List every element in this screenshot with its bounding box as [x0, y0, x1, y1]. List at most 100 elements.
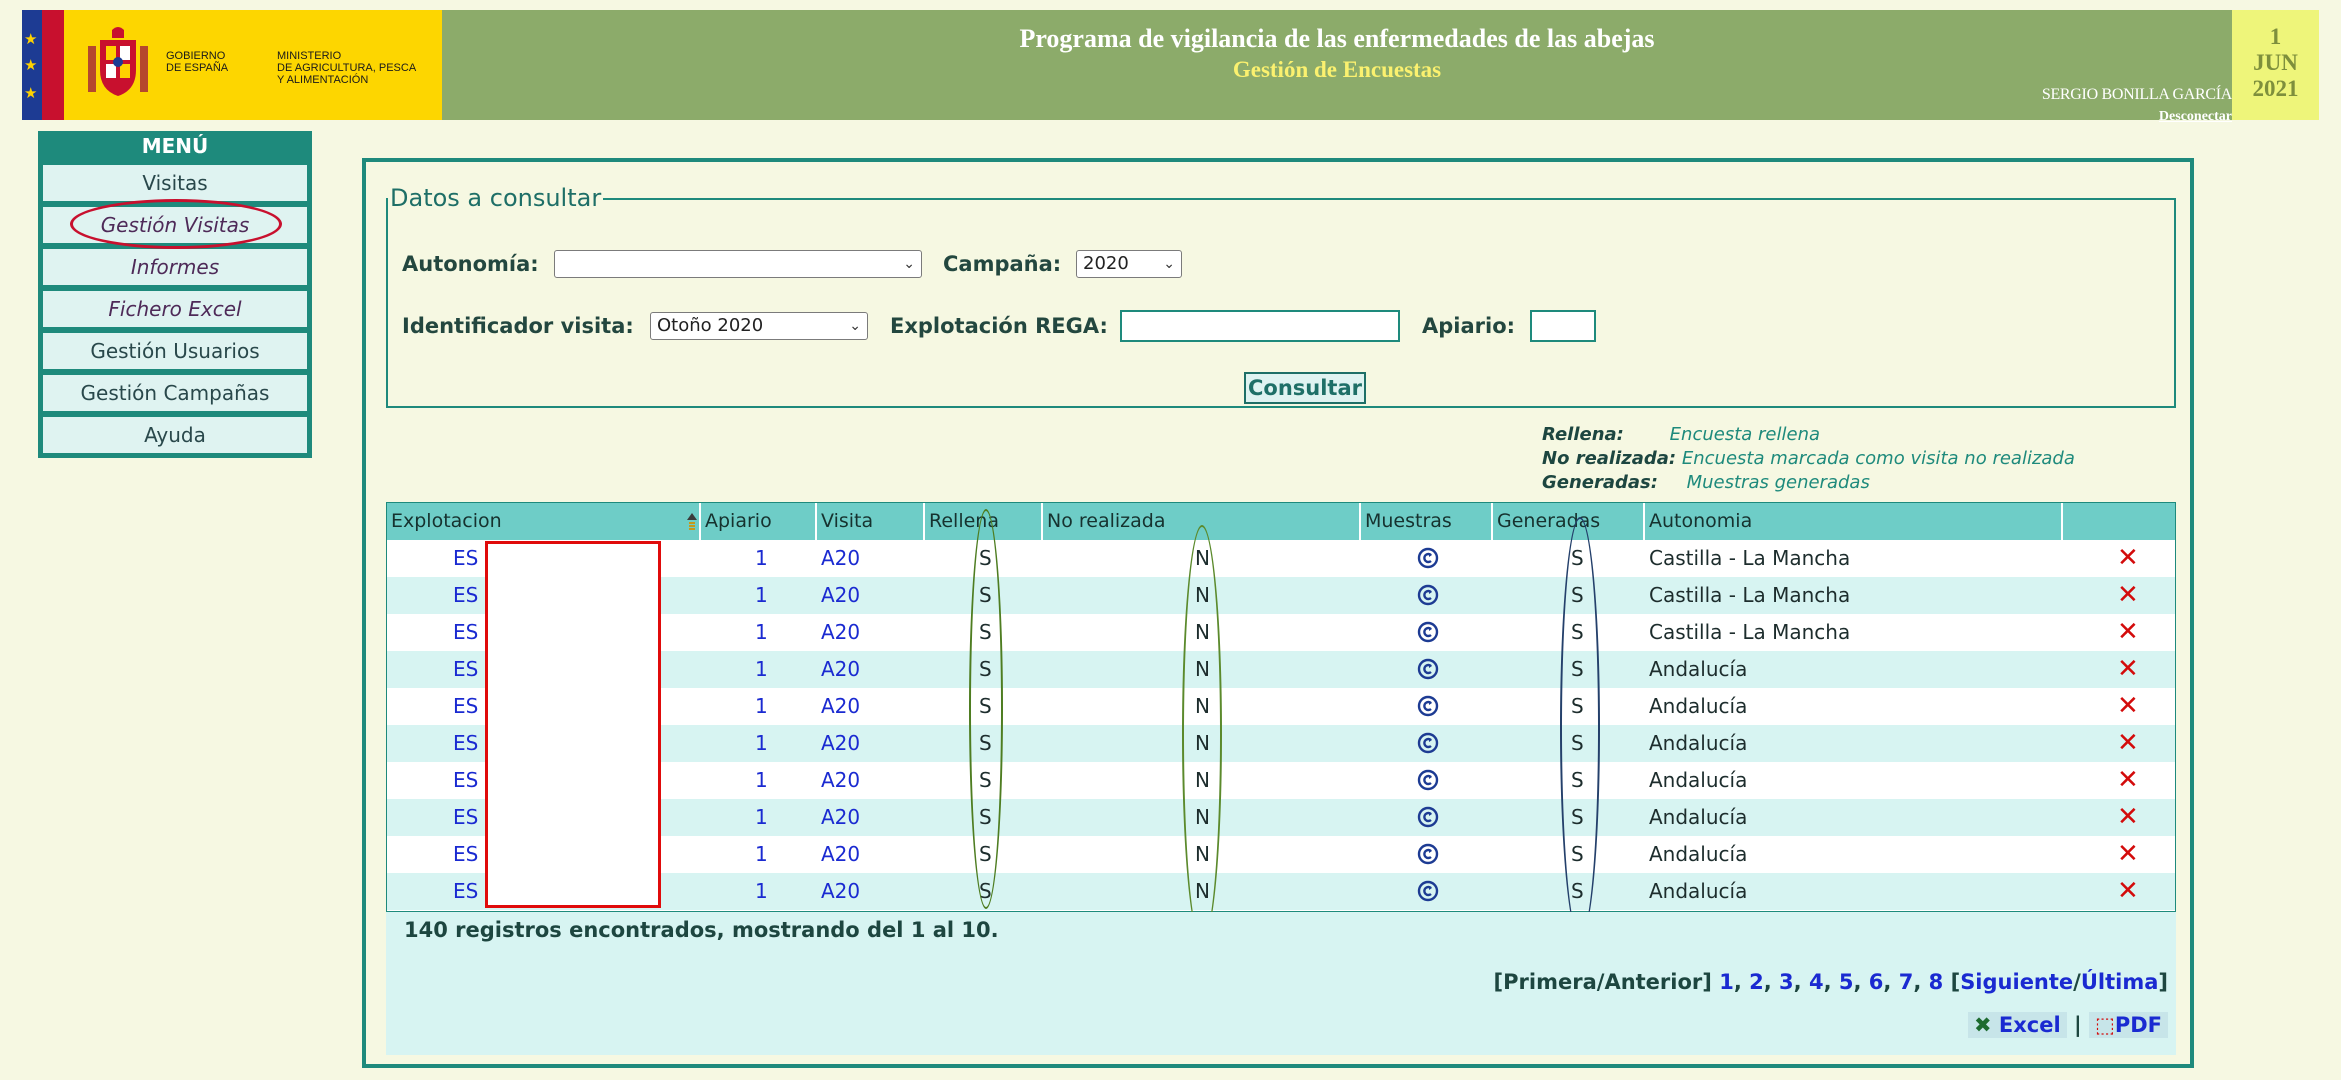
muestras-icon[interactable] [1417, 769, 1439, 791]
consultar-button[interactable]: Consultar [1244, 372, 1366, 404]
cell-visita[interactable]: A20 [821, 688, 860, 725]
muestras-icon[interactable] [1417, 880, 1439, 902]
delete-icon[interactable]: ✕ [2117, 614, 2139, 651]
autonomia-select[interactable]: ⌄ [554, 250, 922, 278]
menu-item-gestion-campanas[interactable]: Gestión Campañas [43, 375, 307, 411]
cell-visita[interactable]: A20 [821, 725, 860, 762]
cell-rellena: S [979, 546, 992, 570]
excel-label: Excel [1998, 1013, 2061, 1037]
ministry-name: Ministerio de Agricultura, Pesca y Alime… [277, 50, 417, 86]
delete-icon[interactable]: ✕ [2117, 577, 2139, 614]
cell-apiario[interactable]: 1 [755, 577, 768, 614]
cell-explotacion[interactable]: ES [453, 836, 478, 873]
cell-no-realizada: N [1195, 805, 1210, 829]
menu-item-informes[interactable]: Informes [43, 249, 307, 285]
pager-previous[interactable]: Anterior [1604, 970, 1702, 994]
cell-apiario[interactable]: 1 [755, 762, 768, 799]
page-link[interactable]: 6 [1869, 970, 1884, 994]
logout-link[interactable]: Desconectar [2159, 109, 2232, 125]
cell-explotacion[interactable]: ES [453, 614, 478, 651]
cell-apiario[interactable]: 1 [755, 873, 768, 910]
pdf-label: PDF [2114, 1013, 2162, 1037]
page-link[interactable]: 2 [1749, 970, 1764, 994]
star-icon: ★ [24, 84, 38, 102]
cell-generadas: S [1571, 546, 1584, 570]
menu-item-gestion-visitas[interactable]: Gestión Visitas [43, 207, 307, 243]
muestras-icon[interactable] [1417, 732, 1439, 754]
delete-icon[interactable]: ✕ [2117, 725, 2139, 762]
muestras-icon[interactable] [1417, 843, 1439, 865]
page-link[interactable]: 8 [1929, 970, 1944, 994]
cell-visita[interactable]: A20 [821, 836, 860, 873]
muestras-icon[interactable] [1417, 806, 1439, 828]
pdf-export-button[interactable]: ⬚PDF [2088, 1012, 2168, 1038]
cell-apiario[interactable]: 1 [755, 651, 768, 688]
cell-rellena: S [979, 620, 992, 644]
excel-export-button[interactable]: ✖ Excel [1967, 1012, 2067, 1038]
delete-icon[interactable]: ✕ [2117, 836, 2139, 873]
delete-icon[interactable]: ✕ [2117, 688, 2139, 725]
export-links: ✖ Excel | ⬚PDF [1967, 1012, 2168, 1038]
apiario-input[interactable] [1530, 310, 1596, 342]
cell-no-realizada: N [1195, 731, 1210, 755]
cell-visita[interactable]: A20 [821, 614, 860, 651]
campana-label: Campaña: [943, 252, 1062, 276]
cell-apiario[interactable]: 1 [755, 725, 768, 762]
cell-generadas: S [1571, 731, 1584, 755]
campana-select[interactable]: 2020 ⌄ [1076, 250, 1182, 278]
delete-icon[interactable]: ✕ [2117, 540, 2139, 577]
cell-autonomia: Castilla - La Mancha [1649, 546, 1851, 570]
menu-item-gestion-usuarios[interactable]: Gestión Usuarios [43, 333, 307, 369]
cell-explotacion[interactable]: ES [453, 799, 478, 836]
page-link[interactable]: 4 [1809, 970, 1824, 994]
visita-select-value: Otoño 2020 [657, 315, 764, 336]
visita-select[interactable]: Otoño 2020 ⌄ [650, 312, 868, 340]
results-table: Explotacion Apiario Visita Rellena No re… [386, 502, 2176, 943]
cell-explotacion[interactable]: ES [453, 540, 478, 577]
muestras-icon[interactable] [1417, 621, 1439, 643]
header-visita: Visita [817, 503, 925, 540]
page-link[interactable]: 7 [1899, 970, 1914, 994]
rega-input[interactable] [1120, 310, 1400, 342]
header-explotacion[interactable]: Explotacion [387, 503, 701, 540]
delete-icon[interactable]: ✕ [2117, 651, 2139, 688]
muestras-icon[interactable] [1417, 658, 1439, 680]
page-link[interactable]: 5 [1839, 970, 1854, 994]
cell-visita[interactable]: A20 [821, 651, 860, 688]
cell-explotacion[interactable]: ES [453, 762, 478, 799]
muestras-icon[interactable] [1417, 695, 1439, 717]
delete-icon[interactable]: ✕ [2117, 799, 2139, 836]
sort-icon[interactable] [686, 512, 698, 532]
cell-visita[interactable]: A20 [821, 762, 860, 799]
cell-autonomia: Andalucía [1649, 879, 1748, 903]
cell-visita[interactable]: A20 [821, 799, 860, 836]
cell-explotacion[interactable]: ES [453, 873, 478, 910]
cell-apiario[interactable]: 1 [755, 540, 768, 577]
pager-last[interactable]: Última [2081, 970, 2159, 994]
cell-generadas: S [1571, 879, 1584, 903]
cell-explotacion[interactable]: ES [453, 688, 478, 725]
cell-explotacion[interactable]: ES [453, 577, 478, 614]
delete-icon[interactable]: ✕ [2117, 762, 2139, 799]
header-actions [2063, 503, 2175, 540]
pager-next[interactable]: Siguiente [1960, 970, 2073, 994]
cell-visita[interactable]: A20 [821, 577, 860, 614]
cell-apiario[interactable]: 1 [755, 836, 768, 873]
menu-item-visitas[interactable]: Visitas [43, 165, 307, 201]
pager-first[interactable]: Primera [1503, 970, 1597, 994]
menu-item-ayuda[interactable]: Ayuda [43, 417, 307, 453]
page-link[interactable]: 1 [1719, 970, 1734, 994]
cell-apiario[interactable]: 1 [755, 688, 768, 725]
muestras-icon[interactable] [1417, 584, 1439, 606]
muestras-icon[interactable] [1417, 547, 1439, 569]
menu-item-fichero-excel[interactable]: Fichero Excel [43, 291, 307, 327]
delete-icon[interactable]: ✕ [2117, 873, 2139, 910]
page-link[interactable]: 3 [1779, 970, 1794, 994]
cell-apiario[interactable]: 1 [755, 799, 768, 836]
cell-apiario[interactable]: 1 [755, 614, 768, 651]
cell-explotacion[interactable]: ES [453, 725, 478, 762]
cell-visita[interactable]: A20 [821, 540, 860, 577]
cell-generadas: S [1571, 657, 1584, 681]
cell-visita[interactable]: A20 [821, 873, 860, 910]
cell-explotacion[interactable]: ES [453, 651, 478, 688]
